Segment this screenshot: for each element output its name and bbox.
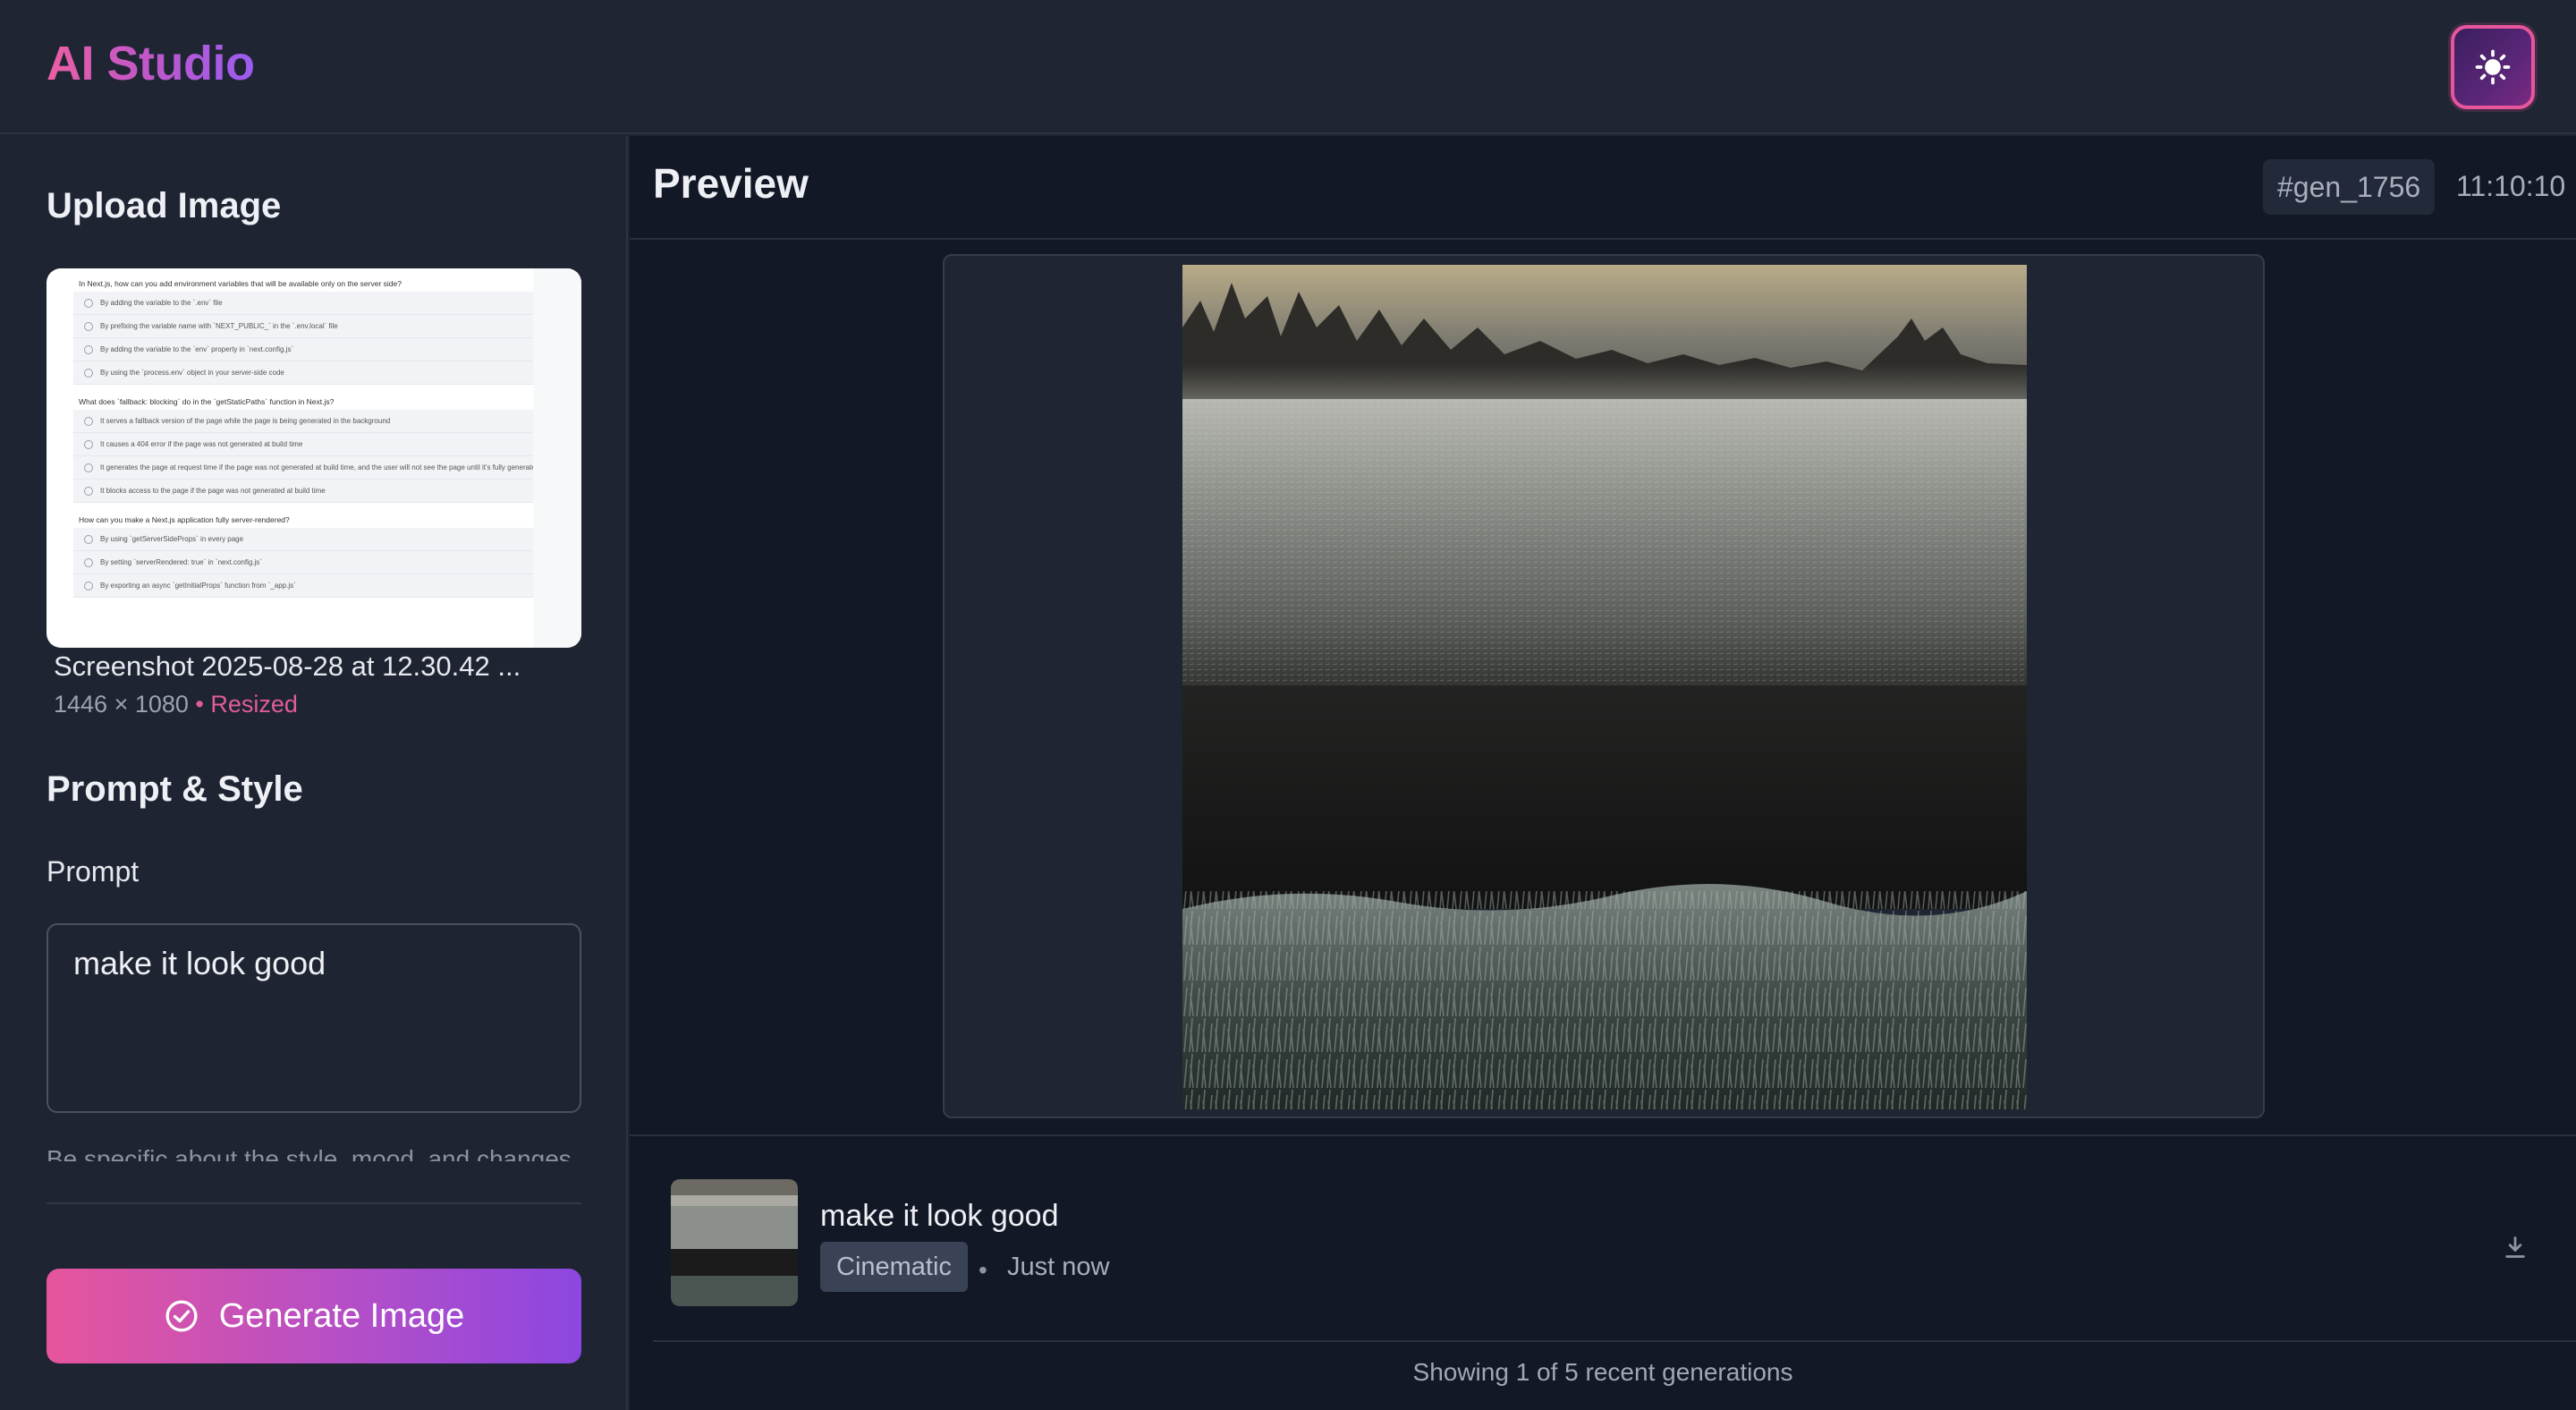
thumbnail-sidebar (533, 268, 581, 648)
upload-heading: Upload Image (47, 186, 282, 225)
uploaded-file-name: Screenshot 2025-08-28 at 12.30.42 ... (54, 650, 521, 682)
resized-status: Resized (210, 691, 298, 718)
thumbnail-option: It serves a fallback version of the page… (73, 410, 553, 433)
thumbnail-option: By setting `serverRendered: true` in `ne… (73, 551, 553, 574)
thumbnail-question: In Next.js, how can you add environment … (79, 279, 402, 288)
thumbnail-option: By prefixing the variable name with `NEX… (73, 315, 553, 338)
preview-title: Preview (653, 160, 809, 207)
meta-separator: • (188, 691, 211, 718)
theme-toggle-button[interactable] (2451, 25, 2535, 109)
preview-header: Preview #gen_1756 11:10:10 (630, 136, 2576, 240)
history-footer: Showing 1 of 5 recent generations (1412, 1358, 1793, 1386)
thumbnail-question: How can you make a Next.js application f… (79, 515, 290, 524)
sun-icon (2475, 49, 2511, 85)
prompt-input[interactable] (47, 923, 581, 1113)
history-separator-dot: • (979, 1256, 987, 1284)
thumbnail-question-group: In Next.js, how can you add environment … (73, 279, 553, 385)
thumbnail-option: By using `getServerSideProps` in every p… (73, 528, 553, 551)
history-divider (653, 1340, 2576, 1342)
thumbnail-option: By using the `process.env` object in you… (73, 361, 553, 385)
thumbnail-option: By exporting an async `getInitialProps` … (73, 574, 553, 598)
top-bar: AI Studio (0, 0, 2576, 134)
thumbnail-option: By adding the variable to the `.env` fil… (73, 292, 553, 315)
thumbnail-question-group: How can you make a Next.js application f… (73, 515, 553, 598)
download-icon (2505, 1236, 2525, 1258)
file-dimensions: 1446 × 1080 (54, 691, 189, 718)
thumbnail-document: In Next.js, how can you add environment … (73, 276, 553, 648)
check-circle-icon (165, 1300, 198, 1332)
uploaded-file-meta: 1446 × 1080 • Resized (54, 691, 298, 718)
app-title: AI Studio (47, 37, 255, 90)
prompt-label: Prompt (47, 855, 140, 888)
history-prompt: make it look good (820, 1199, 1059, 1233)
thumbnail-option: It causes a 404 error if the page was no… (73, 433, 553, 456)
thumbnail-option: By adding the variable to the `env` prop… (73, 338, 553, 361)
history-timestamp: Just now (1007, 1253, 1110, 1281)
thumbnail-question-group: What does `fallback: blocking` do in the… (73, 397, 553, 503)
sidebar-divider (47, 1202, 581, 1204)
app-root: AI Studio Upload Image In Next.js, how c… (0, 0, 2576, 1410)
generate-image-button[interactable]: Generate Image (47, 1269, 581, 1363)
sidebar: Upload Image In Next.js, how can you add… (0, 136, 628, 1410)
history-style-badge: Cinematic (820, 1242, 968, 1292)
prompt-style-heading: Prompt & Style (47, 769, 303, 809)
generation-time: 11:10:10 (2456, 170, 2566, 202)
preview-stage (943, 254, 2265, 1118)
download-button[interactable] (2499, 1231, 2531, 1263)
generated-image[interactable] (1182, 265, 2027, 1109)
generate-image-label: Generate Image (218, 1296, 465, 1335)
thumbnail-option: It blocks access to the page if the page… (73, 480, 553, 503)
history-thumbnail[interactable] (671, 1179, 798, 1306)
thumbnail-question: What does `fallback: blocking` do in the… (79, 397, 335, 406)
prompt-helper-text: Be specific about the style, mood, and c… (47, 1145, 572, 1161)
preview-panel: Preview #gen_1756 11:10:10 make it look … (630, 136, 2576, 1410)
generation-id-badge: #gen_1756 (2263, 159, 2436, 215)
thumbnail-option: It generates the page at request time if… (73, 456, 553, 480)
recent-generations: make it look good Cinematic • Just now S… (630, 1134, 2576, 1410)
uploaded-image-thumbnail[interactable]: In Next.js, how can you add environment … (47, 268, 581, 648)
